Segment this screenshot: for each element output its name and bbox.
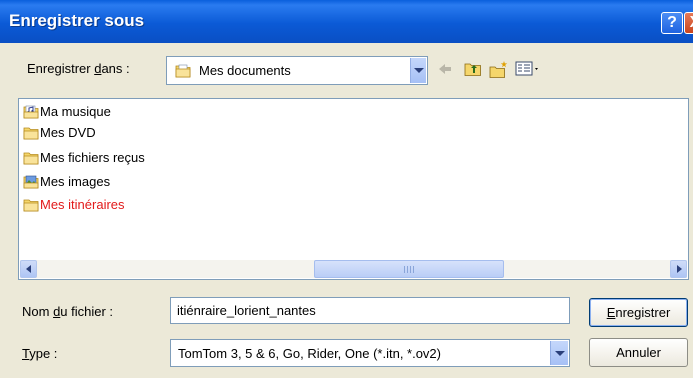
save-in-value: Mes documents	[199, 63, 291, 78]
save-in-label-text-end: ans :	[101, 61, 130, 76]
list-item[interactable]: Mes DVD	[23, 122, 96, 142]
grip-icon	[404, 266, 414, 273]
my-documents-folder-icon	[175, 64, 191, 78]
horizontal-scrollbar[interactable]	[20, 260, 687, 278]
list-item-label: Mes fichiers reçus	[40, 149, 145, 165]
save-in-label: Enregistrer dans :	[27, 61, 130, 76]
save-button-label: nregistrer	[615, 305, 671, 320]
music-folder-icon	[23, 105, 39, 118]
save-button[interactable]: Enregistrer	[589, 298, 688, 327]
window-title: Enregistrer sous	[9, 11, 145, 30]
view-menu-icon[interactable]	[515, 61, 541, 77]
pictures-folder-icon	[23, 175, 39, 188]
list-item[interactable]: Mes fichiers reçus	[23, 147, 145, 167]
list-item[interactable]: Ma musique	[23, 101, 111, 121]
title-bar[interactable]: Enregistrer sous ? X	[0, 0, 693, 43]
list-item-label: Mes DVD	[40, 124, 96, 140]
save-in-dropdown[interactable]: Mes documents	[166, 56, 428, 85]
filename-label-text-end: u fichier :	[60, 304, 114, 319]
filename-label: Nom du fichier :	[22, 304, 113, 319]
file-type-dropdown[interactable]: TomTom 3, 5 & 6, Go, Rider, One (*.itn, …	[170, 339, 570, 367]
close-button[interactable]: X	[684, 12, 693, 34]
scroll-thumb[interactable]	[314, 260, 504, 278]
list-item-label: Mes images	[40, 173, 111, 189]
type-label: Type :	[22, 346, 57, 361]
folder-icon	[23, 127, 39, 139]
file-type-dropdown-arrow[interactable]	[550, 341, 568, 365]
arrow-right-icon	[677, 265, 682, 273]
file-list[interactable]: Ma musique Mes DVD Mes fichiers reçus Me…	[18, 98, 689, 280]
list-item-label: Mes itinéraires	[40, 196, 125, 212]
folder-icon	[23, 152, 39, 164]
new-folder-icon[interactable]	[489, 61, 509, 79]
help-button[interactable]: ?	[661, 12, 683, 34]
arrow-left-icon	[26, 265, 31, 273]
save-in-label-text: Enregistrer	[27, 61, 95, 76]
chevron-down-icon	[414, 68, 424, 73]
list-item[interactable]: Mes images	[23, 171, 110, 191]
back-arrow-icon[interactable]	[437, 61, 453, 77]
cancel-button[interactable]: Annuler	[589, 338, 688, 367]
up-one-level-icon[interactable]	[464, 61, 482, 77]
type-label-text: ype :	[29, 346, 58, 361]
chevron-down-icon	[555, 351, 565, 356]
list-item-label: Ma musique	[40, 103, 111, 119]
save-as-dialog: Enregistrer sous ? X Enregistrer dans : …	[0, 0, 693, 378]
list-item[interactable]: Mes itinéraires	[23, 194, 125, 214]
filename-label-text: Nom	[22, 304, 54, 319]
file-type-value: TomTom 3, 5 & 6, Go, Rider, One (*.itn, …	[178, 346, 441, 361]
filename-input[interactable]: itiénraire_lorient_nantes	[170, 297, 570, 324]
folder-icon	[23, 199, 39, 211]
scroll-left-button[interactable]	[20, 260, 37, 278]
scroll-right-button[interactable]	[670, 260, 687, 278]
save-in-dropdown-arrow[interactable]	[410, 58, 426, 83]
